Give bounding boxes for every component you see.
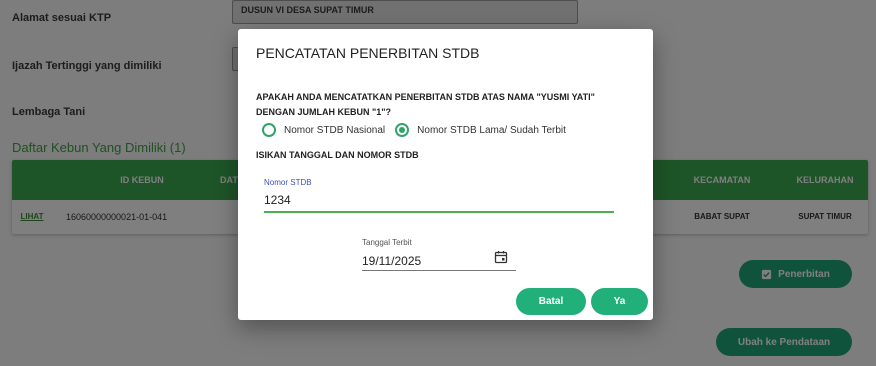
dialog-title: PENCATATAN PENERBITAN STDB bbox=[256, 45, 480, 61]
radio-stdb-lama-label: Nomor STDB Lama/ Sudah Terbit bbox=[417, 124, 566, 136]
batal-button[interactable]: Batal bbox=[516, 288, 586, 315]
tanggal-terbit-field[interactable]: Tanggal Terbit 19/11/2025 bbox=[362, 237, 516, 271]
radio-stdb-lama[interactable]: Nomor STDB Lama/ Sudah Terbit bbox=[395, 123, 566, 137]
section-label: ISIKAN TANGGAL DAN NOMOR STDB bbox=[256, 150, 419, 160]
nomor-stdb-input[interactable]: 1234 bbox=[264, 193, 291, 207]
dialog-question: APAKAH ANDA MENCATATKAN PENERBITAN STDB … bbox=[256, 90, 636, 120]
calendar-icon[interactable] bbox=[494, 250, 508, 264]
radio-circle-icon bbox=[262, 123, 276, 137]
nomor-stdb-label: Nomor STDB bbox=[264, 178, 312, 187]
nomor-stdb-field[interactable]: Nomor STDB 1234 bbox=[264, 176, 614, 213]
radio-stdb-nasional[interactable]: Nomor STDB Nasional bbox=[262, 123, 385, 137]
stdb-type-radio-group: Nomor STDB Nasional Nomor STDB Lama/ Sud… bbox=[262, 123, 576, 137]
stdb-dialog: PENCATATAN PENERBITAN STDB APAKAH ANDA M… bbox=[238, 29, 653, 320]
radio-stdb-nasional-label: Nomor STDB Nasional bbox=[284, 124, 386, 136]
question-line-1: APAKAH ANDA MENCATATKAN PENERBITAN STDB … bbox=[256, 92, 595, 102]
tanggal-terbit-label: Tanggal Terbit bbox=[362, 238, 412, 247]
tanggal-terbit-input[interactable]: 19/11/2025 bbox=[362, 254, 421, 268]
question-line-2: DENGAN JUMLAH KEBUN "1"? bbox=[256, 107, 392, 117]
radio-checked-icon bbox=[395, 123, 410, 137]
ya-button[interactable]: Ya bbox=[591, 288, 648, 315]
